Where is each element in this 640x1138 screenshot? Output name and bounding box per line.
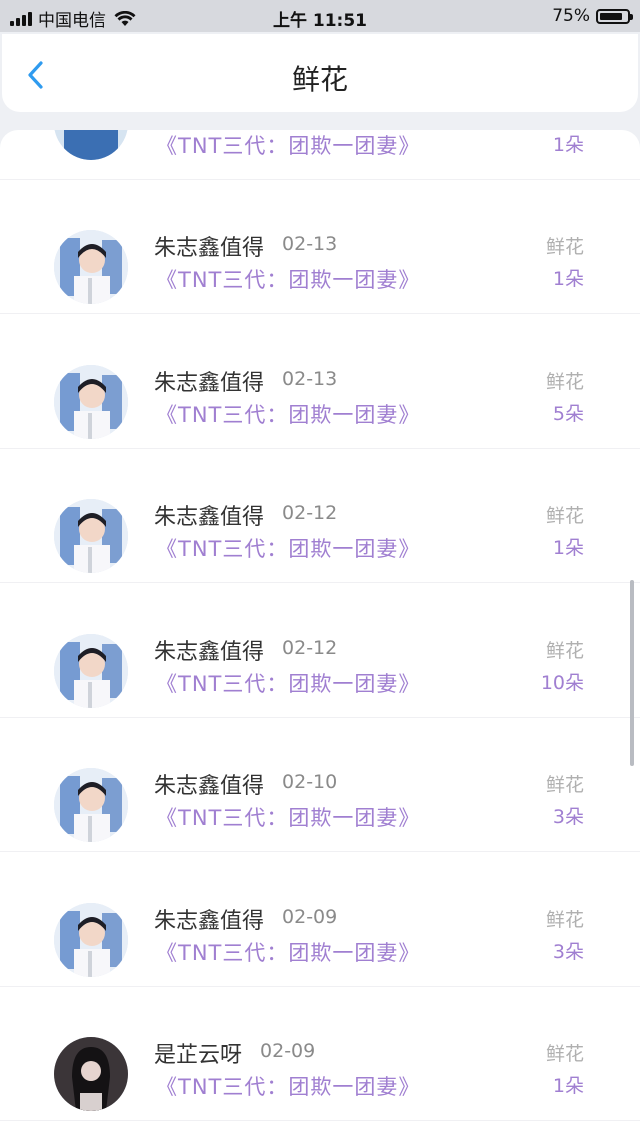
gift-type-label: 鲜花: [545, 1043, 584, 1065]
battery-icon: [596, 8, 633, 24]
book-title[interactable]: 《TNT三代：团欺一团妻》: [156, 399, 420, 429]
scrollbar[interactable]: [630, 580, 634, 766]
book-title[interactable]: 《TNT三代：团欺一团妻》: [156, 668, 420, 698]
gift-type-label: 鲜花: [545, 908, 584, 931]
gift-count: 1朵: [552, 268, 584, 290]
user-name[interactable]: 朱志鑫值得: [154, 365, 264, 397]
flower-gift-list[interactable]: 《TNT三代：团欺一团妻》 1朵 朱志鑫值得 02-13 《TNT三代：团欺一团…: [0, 130, 640, 1138]
gift-type-label: 鲜花: [545, 774, 584, 796]
user-avatar[interactable]: [54, 633, 128, 708]
gift-count: 10朵: [540, 671, 584, 694]
list-item[interactable]: 是芷云呀 02-09 《TNT三代：团欺一团妻》 鲜花 1朵: [0, 987, 640, 1121]
list-item[interactable]: 朱志鑫值得 02-09 《TNT三代：团欺一团妻》 鲜花 3朵: [0, 853, 640, 987]
gift-count: 1朵: [552, 537, 584, 559]
user-name[interactable]: 朱志鑫值得: [154, 768, 264, 800]
book-title[interactable]: 《TNT三代：团欺一团妻》: [156, 1071, 420, 1101]
status-bar: 中国电信 上午 11:51 75%: [0, 0, 640, 32]
book-title[interactable]: 《TNT三代：团欺一团妻》: [156, 533, 420, 563]
list-item[interactable]: 朱志鑫值得 02-13 《TNT三代：团欺一团妻》 鲜花 1朵: [0, 180, 640, 314]
gift-type-label: 鲜花: [545, 505, 584, 527]
battery-percent: 75%: [552, 6, 590, 26]
gift-count: 3朵: [552, 940, 584, 963]
user-name[interactable]: 朱志鑫值得: [154, 499, 264, 531]
list-item[interactable]: 朱志鑫值得 02-10 《TNT三代：团欺一团妻》 鲜花 3朵: [0, 718, 640, 852]
user-name[interactable]: 朱志鑫值得: [154, 230, 264, 262]
list-item[interactable]: 《TNT三代：团欺一团妻》 1朵: [0, 130, 640, 180]
user-name[interactable]: 朱志鑫值得: [154, 903, 264, 935]
user-avatar[interactable]: [54, 230, 128, 304]
book-title[interactable]: 《TNT三代：团欺一团妻》: [156, 937, 420, 967]
gift-date: 02-12: [282, 502, 338, 524]
status-right: 75%: [552, 6, 633, 26]
gift-type-label: 鲜花: [545, 236, 584, 258]
gift-date: 02-13: [282, 233, 338, 255]
gift-count: 3朵: [552, 806, 584, 828]
gift-date: 02-10: [282, 771, 338, 793]
user-avatar[interactable]: [54, 902, 128, 977]
book-title[interactable]: 《TNT三代：团欺一团妻》: [156, 264, 420, 294]
user-name[interactable]: 朱志鑫值得: [154, 634, 264, 666]
gift-type-label: 鲜花: [545, 639, 584, 662]
gift-date: 02-13: [282, 367, 338, 390]
nav-bar: 鲜花: [2, 34, 638, 112]
list-item[interactable]: 朱志鑫值得 02-13 《TNT三代：团欺一团妻》 鲜花 5朵: [0, 315, 640, 449]
gift-date: 02-09: [282, 905, 338, 928]
book-title[interactable]: 《TNT三代：团欺一团妻》: [156, 802, 420, 832]
user-avatar[interactable]: [54, 768, 128, 842]
user-avatar[interactable]: [54, 499, 128, 573]
page-title: 鲜花: [291, 63, 348, 96]
gift-count: 5朵: [552, 402, 584, 425]
user-avatar[interactable]: [54, 1037, 128, 1111]
user-avatar[interactable]: [54, 130, 128, 160]
gift-count: 1朵: [552, 134, 584, 156]
gift-date: 02-09: [260, 1040, 316, 1062]
list-item[interactable]: 朱志鑫值得 02-12 《TNT三代：团欺一团妻》 鲜花 10朵: [0, 584, 640, 718]
gift-date: 02-12: [282, 636, 338, 659]
status-time: 上午 11:51: [272, 11, 368, 31]
gift-type-label: 鲜花: [545, 370, 584, 393]
row-divider: [0, 1120, 640, 1121]
gift-count: 1朵: [552, 1075, 584, 1097]
user-avatar[interactable]: [54, 364, 128, 439]
book-title[interactable]: 《TNT三代：团欺一团妻》: [156, 130, 420, 160]
user-name[interactable]: 是芷云呀: [154, 1037, 242, 1069]
list-item[interactable]: 朱志鑫值得 02-12 《TNT三代：团欺一团妻》 鲜花 1朵: [0, 449, 640, 583]
